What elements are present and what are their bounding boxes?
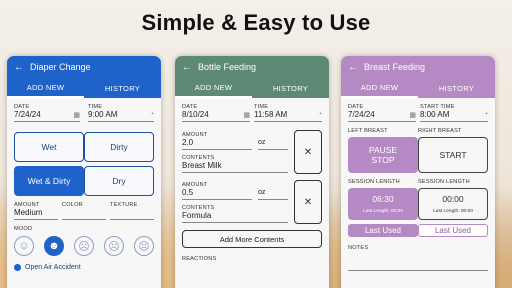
unit-value: oz xyxy=(258,188,266,196)
date-value: 8/10/24 xyxy=(182,110,209,119)
amount-value: Medium xyxy=(14,208,43,217)
tab-add-new[interactable]: ADD NEW xyxy=(175,78,252,98)
right-last-used-button[interactable]: Last Used xyxy=(418,224,488,237)
date-value: 7/24/24 xyxy=(348,110,375,119)
calendar-icon: ▦ xyxy=(243,111,250,119)
left-last-used-button[interactable]: Last Used xyxy=(348,224,418,237)
clock-icon: ◔ xyxy=(149,111,154,118)
amount-input[interactable]: 2.0 xyxy=(182,138,252,150)
neutral-mood-icon[interactable]: ☹ xyxy=(74,236,94,256)
date-field[interactable]: 7/24/24 ▦ xyxy=(14,110,80,122)
content-mood-icon[interactable]: ☻ xyxy=(44,236,64,256)
date-field[interactable]: 7/24/24 ▦ xyxy=(348,110,416,122)
amount-input[interactable]: 0.5 xyxy=(182,188,252,200)
start-time-field[interactable]: 8:00 AM ◔ xyxy=(420,110,488,122)
app-bar: ← Bottle Feeding xyxy=(175,56,329,78)
right-breast-label: RIGHT BREAST xyxy=(418,128,462,134)
notes-input[interactable] xyxy=(348,259,488,271)
right-session-timer[interactable]: 00:00 Last Length: 00:00 xyxy=(418,188,488,220)
reactions-label: REACTIONS xyxy=(182,256,217,262)
back-arrow-icon[interactable]: ← xyxy=(348,62,364,73)
amount-select[interactable]: Medium xyxy=(14,208,58,220)
headline: Simple & Easy to Use xyxy=(141,10,371,35)
color-select[interactable] xyxy=(62,208,106,220)
right-last-length: Last Length: 00:00 xyxy=(433,209,473,214)
start-time-value: 8:00 AM xyxy=(420,110,450,119)
diaper-change-screen: ← Diaper Change ADD NEW HISTORY DATE 7/2… xyxy=(7,56,161,288)
tab-bar: ADD NEW HISTORY xyxy=(175,78,329,98)
contents-select[interactable]: Breast Milk xyxy=(182,161,288,173)
notes-label: NOTES xyxy=(348,245,369,251)
time-field[interactable]: 9:00 AM ◔ xyxy=(88,110,154,122)
app-bar: ← Breast Feeding xyxy=(341,56,495,78)
left-session-timer[interactable]: 06:30 Last Length: 00:00 xyxy=(348,188,418,220)
date-field[interactable]: 8/10/24 ▦ xyxy=(182,110,250,122)
remove-entry-button[interactable]: ✕ xyxy=(294,180,322,224)
right-start-button[interactable]: START xyxy=(418,137,488,173)
left-last-length: Last Length: 00:00 xyxy=(363,209,403,214)
clock-icon: ◔ xyxy=(317,111,322,118)
sad-mood-icon[interactable]: ☹ xyxy=(104,236,124,256)
calendar-icon: ▦ xyxy=(73,111,80,119)
close-icon: ✕ xyxy=(303,146,313,158)
breast-feeding-screen: ← Breast Feeding ADD NEW HISTORY DATE 7/… xyxy=(341,56,495,288)
left-breast-label: LEFT BREAST xyxy=(348,128,388,134)
wet-and-dirty-button[interactable]: Wet & Dirty xyxy=(14,166,84,196)
time-field[interactable]: 11:58 AM ◔ xyxy=(254,110,322,122)
contents-value: Breast Milk xyxy=(182,160,222,170)
close-icon: ✕ xyxy=(303,196,313,208)
unit-value: oz xyxy=(258,138,266,146)
back-arrow-icon[interactable]: ← xyxy=(182,62,198,73)
clock-icon: ◔ xyxy=(483,111,488,118)
add-more-contents-button[interactable]: Add More Contents xyxy=(182,230,322,248)
tab-bar: ADD NEW HISTORY xyxy=(7,78,161,98)
left-session-length-label: SESSION LENGTH xyxy=(348,179,400,185)
right-session-value: 00:00 xyxy=(442,194,464,204)
tab-add-new[interactable]: ADD NEW xyxy=(7,78,84,98)
app-bar: ← Diaper Change xyxy=(7,56,161,78)
calendar-icon: ▦ xyxy=(409,111,416,119)
wet-button[interactable]: Wet xyxy=(14,132,84,162)
open-air-label: Open Air Accident xyxy=(25,264,81,271)
contents-select[interactable]: Formula xyxy=(182,211,288,223)
screen-title: Breast Feeding xyxy=(364,62,426,72)
tab-add-new[interactable]: ADD NEW xyxy=(341,78,418,98)
time-value: 11:58 AM xyxy=(254,110,288,119)
left-session-value: 06:30 xyxy=(372,194,394,204)
right-session-length-label: SESSION LENGTH xyxy=(418,179,470,185)
unit-select[interactable]: oz xyxy=(258,138,288,150)
amount-value: 0.5 xyxy=(182,187,194,197)
tab-bar: ADD NEW HISTORY xyxy=(341,78,495,98)
time-value: 9:00 AM xyxy=(88,110,118,119)
unit-select[interactable]: oz xyxy=(258,188,288,200)
screen-title: Diaper Change xyxy=(30,62,91,72)
crying-mood-icon[interactable]: ☹ xyxy=(134,236,154,256)
dry-button[interactable]: Dry xyxy=(84,166,154,196)
contents-value: Formula xyxy=(182,210,212,220)
back-arrow-icon[interactable]: ← xyxy=(14,62,30,73)
mood-label: MOOD xyxy=(14,226,33,232)
amount-value: 2.0 xyxy=(182,137,194,147)
screen-title: Bottle Feeding xyxy=(198,62,257,72)
remove-entry-button[interactable]: ✕ xyxy=(294,130,322,174)
radio-icon xyxy=(14,264,21,271)
mood-selector: ☺ ☻ ☹ ☹ ☹ xyxy=(14,236,154,256)
happy-mood-icon[interactable]: ☺ xyxy=(14,236,34,256)
texture-select[interactable] xyxy=(110,208,154,220)
dirty-button[interactable]: Dirty xyxy=(84,132,154,162)
left-pause-stop-button[interactable]: PAUSE STOP xyxy=(348,137,418,173)
tab-history[interactable]: HISTORY xyxy=(418,78,495,98)
date-value: 7/24/24 xyxy=(14,110,41,119)
open-air-accident-toggle[interactable]: Open Air Accident xyxy=(14,264,154,271)
tab-history[interactable]: HISTORY xyxy=(84,78,161,98)
tab-history[interactable]: HISTORY xyxy=(252,78,329,98)
bottle-feeding-screen: ← Bottle Feeding ADD NEW HISTORY DATE 8/… xyxy=(175,56,329,288)
